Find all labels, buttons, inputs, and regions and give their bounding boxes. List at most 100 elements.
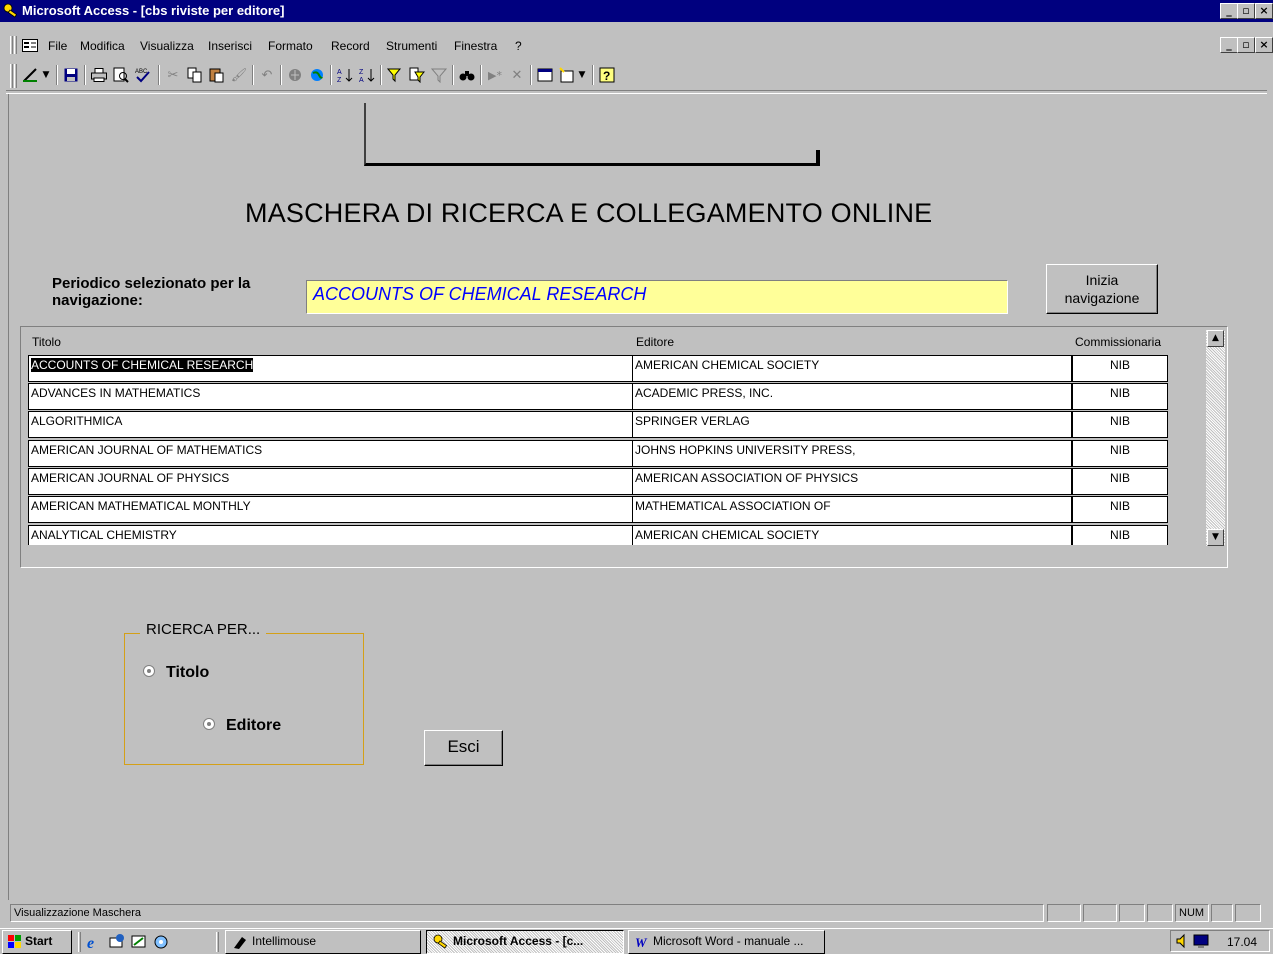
- channels-icon[interactable]: [152, 933, 170, 951]
- toolbar-separator: [380, 65, 382, 85]
- cell-publisher[interactable]: JOHNS HOPKINS UNIVERSITY PRESS,: [632, 440, 1072, 467]
- new-record-icon[interactable]: ▶*: [484, 64, 506, 86]
- spelling-icon[interactable]: ABC: [132, 64, 154, 86]
- taskbar-word[interactable]: W Microsoft Word - manuale ...: [628, 930, 825, 954]
- close-button[interactable]: ×: [1255, 3, 1273, 19]
- cell-publisher[interactable]: MATHEMATICAL ASSOCIATION OF: [632, 496, 1072, 523]
- menu-formato[interactable]: Formato: [268, 39, 313, 53]
- menu-strumenti[interactable]: Strumenti: [386, 39, 437, 53]
- menu-finestra[interactable]: Finestra: [454, 39, 497, 53]
- cell-publisher[interactable]: ACADEMIC PRESS, INC.: [632, 383, 1072, 410]
- radio-editore[interactable]: [203, 718, 215, 730]
- cell-agent[interactable]: NIB: [1072, 383, 1168, 410]
- cell-publisher[interactable]: SPRINGER VERLAG: [632, 411, 1072, 438]
- scroll-up-button[interactable]: ▲: [1207, 330, 1224, 347]
- exit-button[interactable]: Esci: [424, 730, 503, 766]
- taskbar-access[interactable]: Microsoft Access - [c...: [426, 930, 624, 954]
- cell-title[interactable]: AMERICAN JOURNAL OF MATHEMATICS: [28, 440, 633, 467]
- delete-record-icon[interactable]: ✕: [506, 64, 528, 86]
- mdi-restore-button[interactable]: ▫: [1237, 37, 1255, 53]
- cell-title[interactable]: ANALYTICAL CHEMISTRY: [28, 525, 633, 545]
- sort-descending-icon[interactable]: ZA: [356, 64, 378, 86]
- cell-title[interactable]: AMERICAN MATHEMATICAL MONTHLY: [28, 496, 633, 523]
- records-list: ACCOUNTS OF CHEMICAL RESEARCH AMERICAN C…: [26, 355, 1171, 545]
- selected-journal-field[interactable]: ACCOUNTS OF CHEMICAL RESEARCH: [306, 280, 1008, 314]
- mdi-minimize-button[interactable]: _: [1220, 37, 1238, 53]
- status-panel: [1083, 904, 1117, 922]
- toolbar-separator: [480, 65, 482, 85]
- cell-publisher[interactable]: AMERICAN CHEMICAL SOCIETY: [632, 355, 1072, 382]
- insert-hyperlink-icon[interactable]: [284, 64, 306, 86]
- toolbar-grip[interactable]: [10, 64, 13, 88]
- undo-icon[interactable]: ↶: [256, 64, 278, 86]
- window-title-bar[interactable]: Microsoft Access - [cbs riviste per edit…: [0, 0, 1273, 22]
- chevron-down-icon[interactable]: ▼: [576, 64, 588, 86]
- print-icon[interactable]: [88, 64, 110, 86]
- web-toolbar-icon[interactable]: [306, 64, 328, 86]
- list-scrollbar[interactable]: [1206, 330, 1225, 546]
- menubar-grip[interactable]: [10, 36, 13, 54]
- form-view-icon[interactable]: [22, 39, 38, 52]
- radio-titolo-label[interactable]: Titolo: [166, 664, 209, 682]
- toolbar-separator: [280, 65, 282, 85]
- menu-help[interactable]: ?: [515, 39, 522, 53]
- print-preview-icon[interactable]: [110, 64, 132, 86]
- apply-filter-icon[interactable]: [428, 64, 450, 86]
- taskbar-intellimouse[interactable]: Intellimouse: [225, 930, 421, 954]
- svg-text:e: e: [87, 935, 94, 951]
- filter-by-form-icon[interactable]: [406, 64, 428, 86]
- menu-visualizza[interactable]: Visualizza: [140, 39, 194, 53]
- copy-icon[interactable]: [184, 64, 206, 86]
- cell-agent[interactable]: NIB: [1072, 468, 1168, 495]
- cell-publisher[interactable]: AMERICAN ASSOCIATION OF PHYSICS: [632, 468, 1072, 495]
- cell-agent[interactable]: NIB: [1072, 440, 1168, 467]
- minimize-button[interactable]: _: [1220, 3, 1238, 19]
- cut-icon[interactable]: ✂: [162, 64, 184, 86]
- toolbar-separator: [592, 65, 594, 85]
- monitor-icon[interactable]: [1193, 933, 1209, 949]
- scroll-down-button[interactable]: ▼: [1207, 529, 1224, 546]
- internet-explorer-icon[interactable]: e: [86, 933, 104, 951]
- find-icon[interactable]: [456, 64, 478, 86]
- menubar-grip-2: [14, 36, 17, 54]
- cell-publisher[interactable]: AMERICAN CHEMICAL SOCIETY: [632, 525, 1072, 545]
- cell-agent[interactable]: NIB: [1072, 525, 1168, 545]
- volume-icon[interactable]: [1175, 933, 1191, 949]
- maximize-button[interactable]: ▫: [1237, 3, 1255, 19]
- clock: 17.04: [1227, 935, 1258, 949]
- status-panel: [1119, 904, 1145, 922]
- new-object-icon[interactable]: [556, 64, 578, 86]
- paste-icon[interactable]: [206, 64, 228, 86]
- cell-agent[interactable]: NIB: [1072, 411, 1168, 438]
- filter-by-selection-icon[interactable]: [384, 64, 406, 86]
- chevron-down-icon[interactable]: ▼: [40, 64, 52, 86]
- database-window-icon[interactable]: [534, 64, 556, 86]
- start-navigation-button[interactable]: Inizia navigazione: [1046, 264, 1158, 314]
- window-title: Microsoft Access - [cbs riviste per edit…: [22, 3, 285, 18]
- help-icon[interactable]: ?: [596, 64, 618, 86]
- show-desktop-icon[interactable]: [130, 933, 148, 951]
- menu-file[interactable]: File: [48, 39, 67, 53]
- selected-journal-label: Periodico selezionato per la navigazione…: [52, 275, 251, 309]
- search-group-box: [124, 633, 364, 765]
- outlook-express-icon[interactable]: [108, 933, 126, 951]
- cell-title[interactable]: AMERICAN JOURNAL OF PHYSICS: [28, 468, 633, 495]
- cell-agent[interactable]: NIB: [1072, 496, 1168, 523]
- word-icon: W: [635, 935, 648, 950]
- radio-titolo[interactable]: [143, 665, 155, 677]
- save-icon[interactable]: [60, 64, 82, 86]
- sort-ascending-icon[interactable]: AZ: [334, 64, 356, 86]
- svg-text:A: A: [359, 77, 364, 83]
- cell-agent[interactable]: NIB: [1072, 355, 1168, 382]
- radio-editore-label[interactable]: Editore: [226, 717, 281, 735]
- menu-modifica[interactable]: Modifica: [80, 39, 125, 53]
- design-view-icon[interactable]: [20, 64, 42, 86]
- format-painter-icon[interactable]: 🖌: [228, 64, 250, 86]
- cell-title[interactable]: ACCOUNTS OF CHEMICAL RESEARCH: [28, 355, 633, 382]
- start-button[interactable]: Start: [2, 930, 72, 954]
- menu-inserisci[interactable]: Inserisci: [208, 39, 252, 53]
- menu-record[interactable]: Record: [331, 39, 370, 53]
- mdi-close-button[interactable]: ×: [1255, 37, 1273, 53]
- cell-title[interactable]: ALGORITHMICA: [28, 411, 633, 438]
- cell-title[interactable]: ADVANCES IN MATHEMATICS: [28, 383, 633, 410]
